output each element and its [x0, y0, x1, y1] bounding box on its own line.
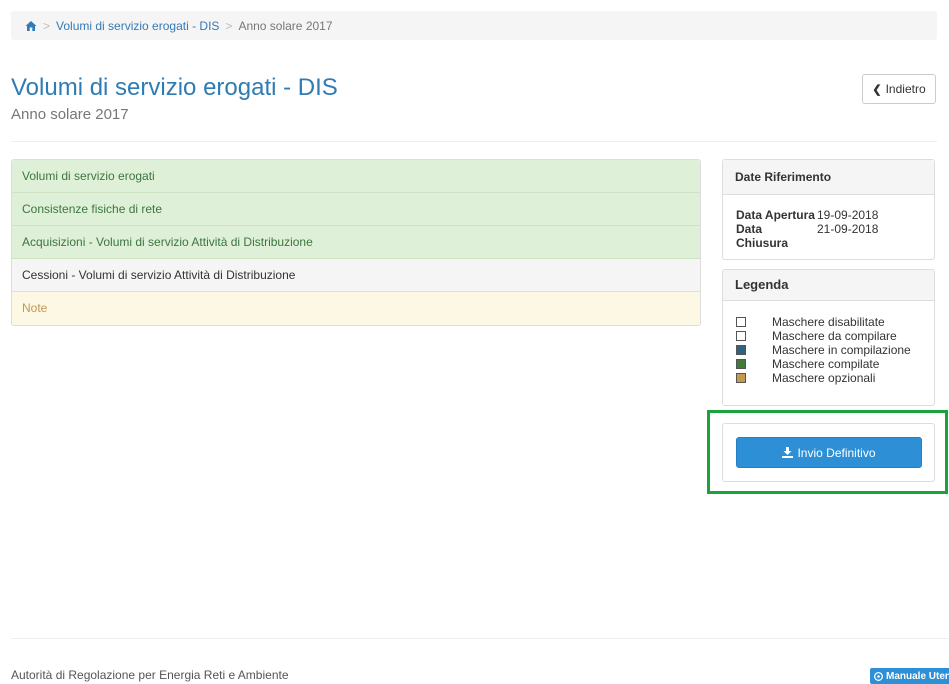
legend-panel-title: Legenda — [723, 270, 934, 301]
dates-panel-title: Date Riferimento — [723, 160, 934, 195]
breadcrumb: > Volumi di servizio erogati - DIS > Ann… — [11, 11, 937, 40]
date-row: Data Chiusura 21-09-2018 — [723, 222, 934, 250]
manual-button[interactable]: Manuale Utente — [870, 668, 949, 684]
list-item[interactable]: Volumi di servizio erogati — [12, 160, 700, 193]
help-circle-icon — [874, 671, 883, 681]
sections-list: Volumi di servizio erogati Consistenze f… — [11, 159, 701, 326]
back-button-label: Indietro — [885, 82, 926, 96]
legend-label: Maschere in compilazione — [772, 343, 911, 357]
page-title: Volumi di servizio erogati - DIS — [11, 74, 338, 101]
back-button[interactable]: ❮ Indietro — [862, 74, 936, 104]
breadcrumb-current: Anno solare 2017 — [238, 18, 333, 33]
legend-label: Maschere opzionali — [772, 371, 876, 385]
legend-panel: Legenda Maschere disabilitate Maschere d… — [722, 269, 935, 406]
list-item[interactable]: Consistenze fisiche di rete — [12, 193, 700, 226]
list-item[interactable]: Acquisizioni - Volumi di servizio Attivi… — [12, 226, 700, 259]
list-item[interactable]: Cessioni - Volumi di servizio Attività d… — [12, 259, 700, 292]
chevron-left-icon: ❮ — [872, 83, 882, 96]
invio-definitivo-button[interactable]: Invio Definitivo — [736, 437, 922, 468]
header-divider — [11, 141, 937, 142]
legend-swatch — [736, 373, 746, 383]
legend-item: Maschere opzionali — [736, 371, 934, 385]
legend-label: Maschere disabilitate — [772, 315, 885, 329]
breadcrumb-separator: > — [225, 18, 233, 33]
home-icon[interactable] — [25, 20, 37, 32]
date-row: Data Apertura 19-09-2018 — [723, 208, 934, 222]
download-icon — [782, 447, 794, 458]
legend-swatch — [736, 331, 746, 341]
legend-item: Maschere da compilare — [736, 329, 934, 343]
legend-item: Maschere compilate — [736, 357, 934, 371]
legend-swatch — [736, 345, 746, 355]
dates-panel: Date Riferimento Data Apertura 19-09-201… — [722, 159, 935, 260]
legend-item: Maschere in compilazione — [736, 343, 934, 357]
footer-divider — [11, 638, 949, 639]
breadcrumb-link[interactable]: Volumi di servizio erogati - DIS — [56, 19, 219, 33]
legend-swatch — [736, 359, 746, 369]
date-value: 21-09-2018 — [817, 222, 879, 236]
page-subtitle: Anno solare 2017 — [11, 106, 129, 123]
legend-swatch — [736, 317, 746, 327]
date-label: Data Apertura — [736, 208, 815, 222]
legend-label: Maschere compilate — [772, 357, 880, 371]
date-value: 19-09-2018 — [817, 208, 879, 222]
legend-item: Maschere disabilitate — [736, 315, 934, 329]
breadcrumb-separator: > — [43, 18, 51, 33]
submit-button-label: Invio Definitivo — [797, 445, 876, 460]
date-label: Data Chiusura — [736, 222, 789, 250]
submit-panel: Invio Definitivo — [722, 423, 935, 482]
legend-list: Maschere disabilitate Maschere da compil… — [723, 301, 934, 385]
list-item[interactable]: Note — [12, 292, 700, 325]
legend-label: Maschere da compilare — [772, 329, 897, 343]
